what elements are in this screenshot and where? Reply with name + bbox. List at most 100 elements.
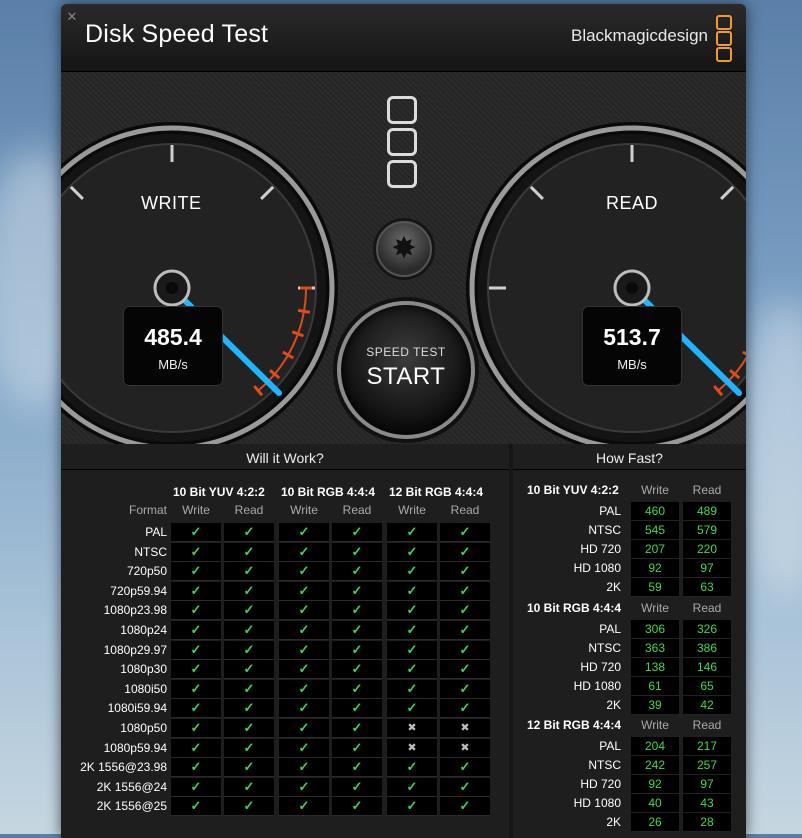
checkmark-icon: ✓ (387, 621, 437, 640)
checkmark-icon: ✓ (279, 601, 329, 621)
checkmark-icon: ✓ (332, 660, 382, 680)
will-it-work-title: Will it Work? (246, 450, 324, 466)
checkmark-icon: ✓ (279, 738, 329, 758)
result-column-header: Write (398, 503, 426, 517)
speed-row-label: HD 1080 (573, 796, 621, 810)
checkmark-icon: ✓ (387, 601, 437, 621)
checkmark-icon: ✓ (440, 601, 490, 621)
speed-row-label: HD 720 (580, 542, 621, 556)
divider (513, 469, 746, 470)
checkmark-icon: ✓ (224, 699, 274, 719)
checkmark-icon: ✓ (171, 601, 221, 621)
format-row-label: 1080p24 (120, 623, 167, 637)
checkmark-icon: ✓ (387, 679, 437, 699)
checkmark-icon: ✓ (387, 699, 437, 719)
format-column-header: Format (128, 503, 167, 517)
checkmark-icon: ✓ (224, 738, 274, 758)
checkmark-icon: ✓ (224, 601, 274, 621)
checkmark-icon: ✓ (332, 758, 382, 778)
start-button-caption: SPEED TEST (366, 345, 446, 359)
format-row-label: 2K 1556@25 (96, 799, 167, 814)
checkmark-icon: ✓ (171, 719, 221, 738)
checkmark-icon: ✓ (279, 542, 329, 562)
speed-group-header: 12 Bit RGB 4:4:4 (527, 718, 622, 732)
checkmark-icon: ✓ (171, 679, 221, 699)
speed-row-label: HD 720 (580, 660, 621, 674)
write-gauge (61, 118, 342, 458)
speed-row-label: HD 1080 (573, 679, 621, 693)
checkmark-icon: ✓ (224, 797, 274, 817)
cross-icon: ✖ (387, 719, 437, 738)
fps-value: 363 (631, 639, 679, 658)
checkmark-icon: ✓ (332, 562, 382, 582)
read-unit: MB/s (617, 357, 647, 372)
app-title: Disk Speed Test (85, 20, 269, 48)
checkmark-icon: ✓ (279, 640, 329, 660)
speed-row-label: NTSC (588, 641, 621, 655)
speed-column-header: Read (692, 601, 722, 615)
fps-value: 40 (631, 794, 679, 813)
fps-value: 28 (683, 813, 731, 832)
checkmark-icon: ✓ (279, 562, 329, 582)
checkmark-icon: ✓ (387, 640, 437, 660)
fps-value: 204 (631, 737, 679, 756)
checkmark-icon: ✓ (279, 581, 329, 601)
settings-button[interactable]: ✸ (376, 221, 432, 277)
checkmark-icon: ✓ (332, 640, 382, 660)
format-group-header: 10 Bit RGB 4:4:4 (281, 485, 376, 499)
fps-value: 306 (631, 620, 679, 639)
checkmark-icon: ✓ (224, 523, 274, 542)
desktop-wallpaper-right (740, 300, 802, 600)
fps-value: 43 (683, 794, 731, 813)
fps-value: 207 (631, 540, 679, 559)
format-row-label: 1080p50 (120, 721, 167, 735)
checkmark-icon: ✓ (171, 758, 221, 778)
speed-row-label: PAL (599, 739, 621, 753)
checkmark-icon: ✓ (387, 523, 437, 542)
gauge-hub-center (626, 282, 638, 294)
how-fast-title: How Fast? (596, 450, 663, 466)
checkmark-icon: ✓ (332, 601, 382, 621)
format-row-label: 720p50 (126, 564, 167, 579)
checkmark-icon: ✓ (224, 562, 274, 582)
checkmark-icon: ✓ (279, 777, 329, 797)
checkmark-icon: ✓ (171, 660, 221, 680)
checkmark-icon: ✓ (387, 660, 437, 680)
speed-group-header: 10 Bit YUV 4:2:2 (527, 483, 619, 497)
write-value: 485.4 (144, 324, 202, 350)
format-row-label: 1080p59.94 (103, 740, 167, 755)
fps-value: 42 (683, 696, 731, 715)
start-button[interactable]: SPEED TEST START (337, 301, 475, 439)
blackmagic-logo-icon (716, 15, 732, 63)
checkmark-icon: ✓ (332, 523, 382, 542)
speed-group-header: 10 Bit RGB 4:4:4 (527, 601, 622, 615)
gear-icon: ✸ (391, 232, 417, 265)
brand-name: Blackmagicdesign (570, 26, 708, 45)
format-group-header: 12 Bit RGB 4:4:4 (389, 485, 484, 499)
fps-value: 39 (631, 696, 679, 715)
speed-row-label: 2K (606, 815, 621, 829)
checkmark-icon: ✓ (440, 640, 490, 660)
checkmark-icon: ✓ (171, 777, 221, 797)
result-column-header: Write (290, 503, 318, 517)
checkmark-icon: ✓ (387, 542, 437, 562)
checkmark-icon: ✓ (387, 562, 437, 582)
checkmark-icon: ✓ (440, 797, 490, 817)
format-row-label: 1080i50 (124, 681, 167, 696)
close-icon[interactable]: ✕ (65, 10, 79, 24)
checkmark-icon: ✓ (332, 699, 382, 719)
checkmark-icon: ✓ (224, 777, 274, 797)
checkmark-icon: ✓ (332, 738, 382, 758)
checkmark-icon: ✓ (387, 758, 437, 778)
speed-row-label: PAL (599, 622, 621, 636)
write-value-box: 485.4 MB/s (123, 306, 223, 386)
checkmark-icon: ✓ (440, 660, 490, 680)
checkmark-icon: ✓ (332, 621, 382, 640)
format-row-label: 2K 1556@23.98 (80, 760, 167, 775)
title-bar[interactable]: ✕ Disk Speed Test Blackmagicdesign (61, 4, 746, 72)
write-unit: MB/s (158, 357, 188, 372)
will-it-work-section: Will it Work? 10 Bit YUV 4:2:2 10 Bit RGB… (61, 444, 509, 838)
fps-value: 138 (631, 658, 679, 677)
gauge-hub-center (166, 282, 178, 294)
speed-row-label: PAL (599, 504, 621, 518)
